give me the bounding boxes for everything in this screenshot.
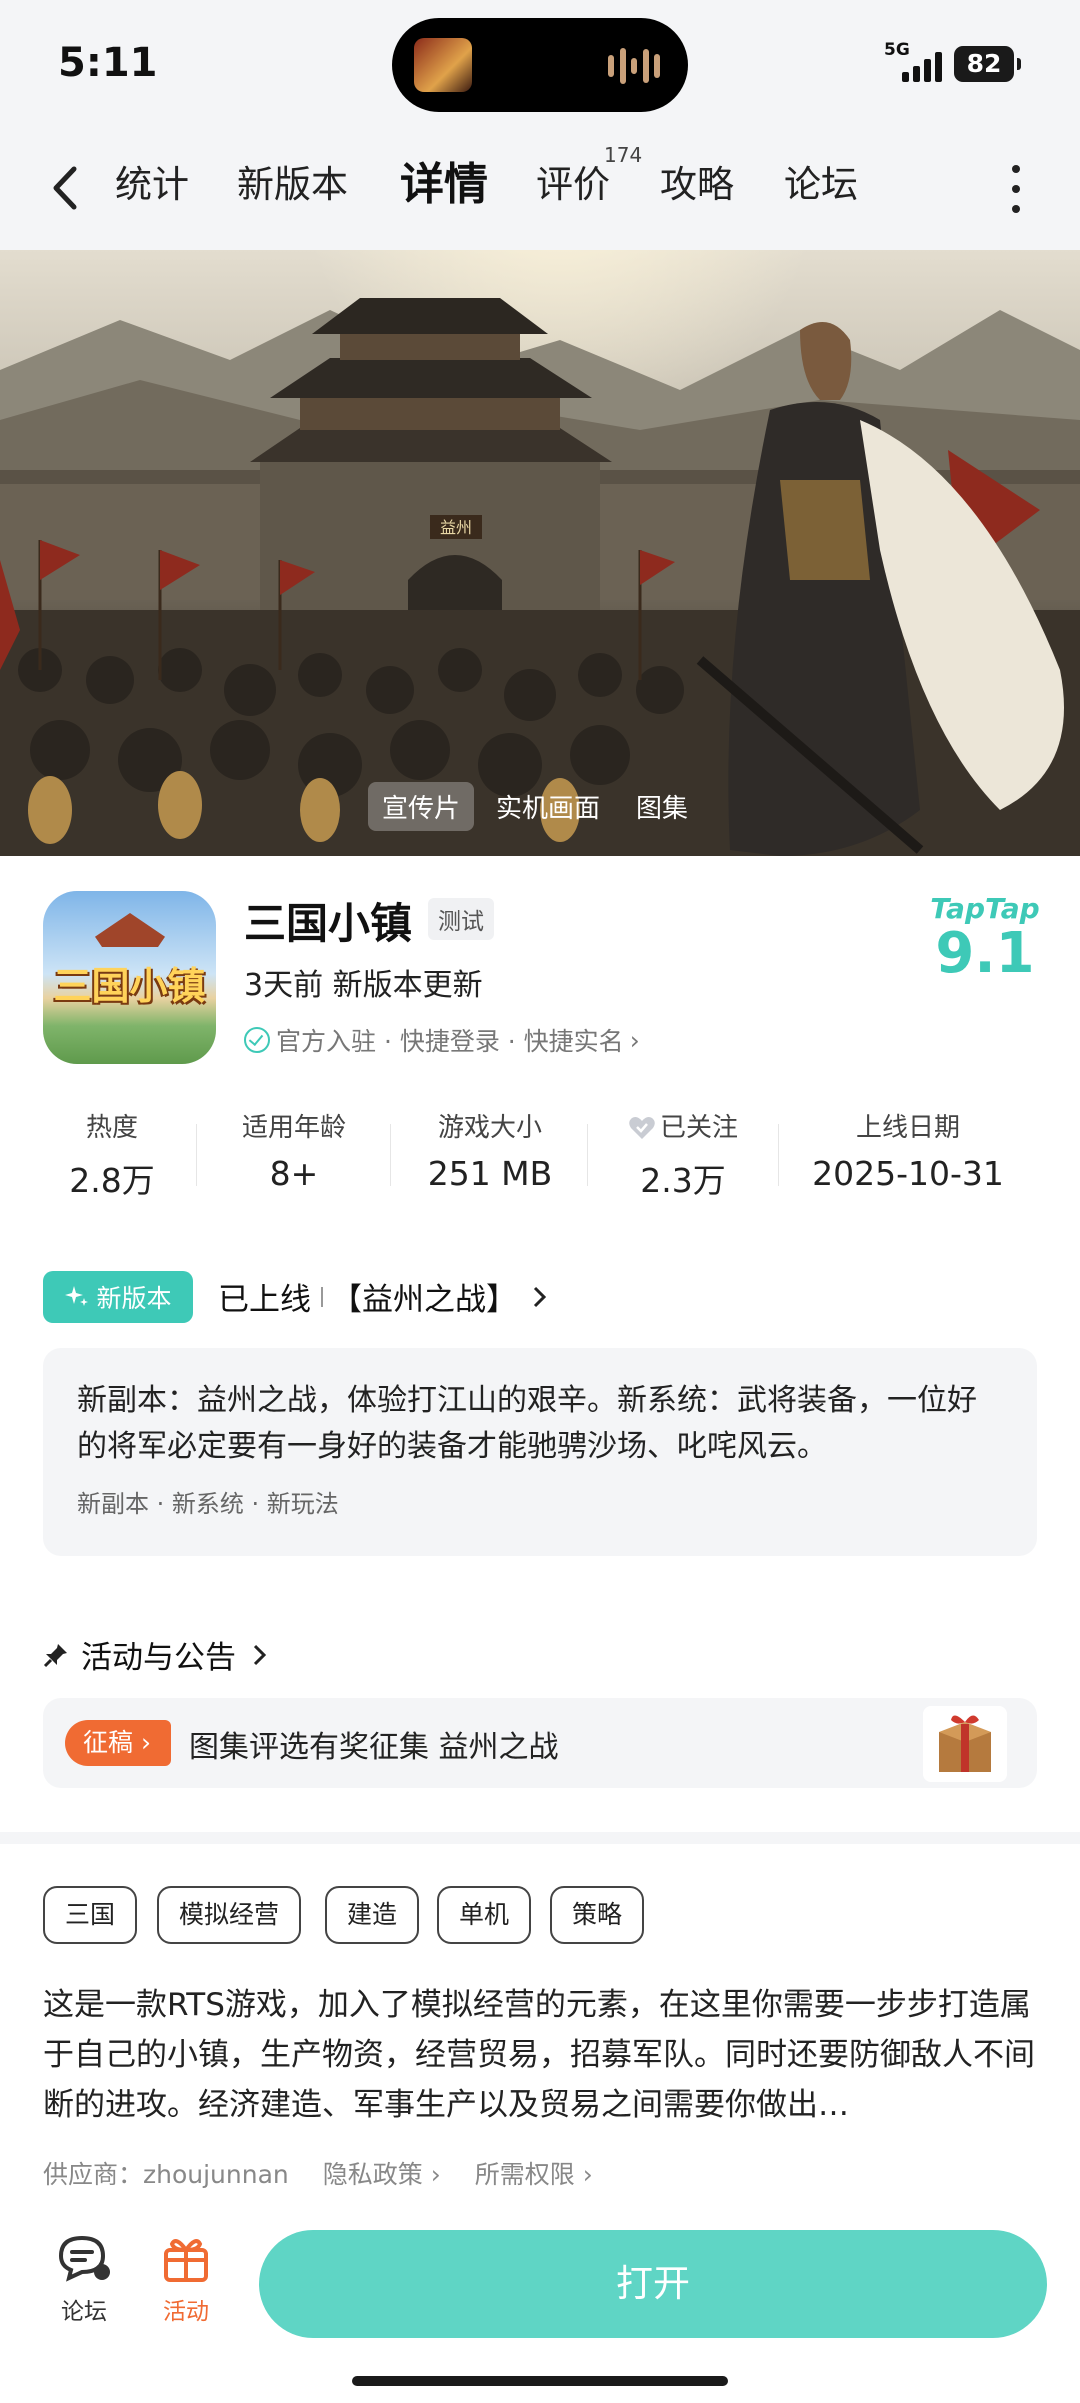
activity-label: 征稿 › — [65, 1720, 171, 1766]
stat-follow[interactable]: 已关注 2.3万 — [608, 1110, 758, 1202]
new-version-status: 已上线 — [218, 1282, 311, 1318]
test-badge: 测试 — [428, 898, 494, 940]
stat-popularity: 热度 2.8万 — [69, 1113, 155, 1200]
genre-tag-three-kingdoms[interactable]: 三国 — [43, 1886, 138, 1944]
forum-button[interactable]: 论坛 — [44, 2234, 124, 2326]
tab-reviews[interactable]: 评价 174 — [536, 143, 642, 215]
stat-game-size: 游戏大小 251 MB — [427, 1113, 553, 1193]
audio-wave-icon — [608, 46, 660, 86]
supplier-text: 供应商：zhoujunnan — [43, 2160, 289, 2189]
taptap-rating[interactable]: TapTap 9.1 — [930, 892, 1040, 983]
new-version-tag: 新版本 — [43, 1271, 193, 1323]
new-version-description: 新副本：益州之战，体验打江山的艰辛。新系统：武将装备，一位好的将军必定要有一身好… — [77, 1383, 977, 1464]
game-introduction[interactable]: 这是一款RTS游戏，加入了模拟经营的元素，在这里你需要一步步打造属于自己的小镇，… — [43, 1980, 1037, 2130]
privacy-policy-link[interactable]: 隐私政策 › — [323, 2155, 441, 2191]
stat-age-rating: 适用年龄 8+ — [241, 1113, 346, 1193]
home-indicator[interactable] — [352, 2376, 728, 2386]
bottom-bar: 论坛 活动 打开 — [0, 2210, 1080, 2403]
meta-row: 供应商：zhoujunnan 隐私政策 › 所需权限 › — [43, 2155, 593, 2191]
update-info: 3天前 新版本更新 — [244, 968, 483, 1003]
open-button[interactable]: 打开 — [259, 2230, 1047, 2338]
status-time: 5:11 — [58, 40, 158, 86]
new-version-title: 【益州之战】 — [331, 1282, 517, 1318]
tab-guides[interactable]: 攻略 — [660, 155, 734, 215]
chevron-right-icon — [533, 1286, 547, 1307]
activity-item[interactable]: 征稿 › 图集评选有奖征集 益州之战 — [43, 1698, 1037, 1788]
pin-icon — [43, 1643, 67, 1667]
stat-release-date: 上线日期 2025-10-31 — [812, 1113, 1004, 1193]
top-nav: 统计 新版本 详情 评价 174 攻略 论坛 — [0, 125, 1080, 250]
chevron-right-icon — [253, 1644, 267, 1665]
new-version-tags: 新副本 · 新系统 · 新玩法 — [77, 1490, 339, 1518]
heart-check-icon — [629, 1117, 655, 1139]
media-tab-gallery[interactable]: 图集 — [622, 782, 702, 831]
gift-box-icon — [923, 1706, 1007, 1782]
stats-row: 热度 2.8万 适用年龄 8+ 游戏大小 251 MB 已关注 2.3万 上线日期 20… — [0, 1110, 1080, 1210]
chevron-right-icon: › — [629, 1025, 640, 1055]
tab-stats[interactable]: 统计 — [115, 155, 189, 215]
new-version-card[interactable]: 新副本：益州之战，体验打江山的艰辛。新系统：武将装备，一位好的将军必定要有一身好… — [43, 1348, 1037, 1556]
app-icon: 三国小镇 — [43, 891, 216, 1064]
permissions-link[interactable]: 所需权限 › — [475, 2155, 593, 2191]
genre-tag-single-player[interactable]: 单机 — [437, 1886, 532, 1944]
verified-check-icon — [244, 1027, 270, 1053]
hero-artwork: 益州 — [0, 250, 1080, 856]
now-playing-thumbnail — [414, 38, 472, 92]
battery-icon: 82 — [954, 46, 1021, 82]
official-features-link[interactable]: 官方入驻 · 快捷登录 · 快捷实名 › — [244, 1022, 640, 1058]
chat-bubble-icon — [58, 2235, 110, 2282]
media-tab-gameplay[interactable]: 实机画面 — [482, 782, 614, 831]
hero-media[interactable]: 益州 宣传片 实机画面 图集 — [0, 250, 1080, 856]
section-divider — [0, 1832, 1080, 1844]
tab-forum[interactable]: 论坛 — [784, 155, 858, 215]
activity-button[interactable]: 活动 — [146, 2234, 226, 2326]
tab-details[interactable]: 详情 — [400, 155, 488, 215]
activity-header[interactable]: 活动与公告 — [43, 1632, 272, 1677]
app-icon-text: 三国小镇 — [53, 964, 206, 1008]
status-bar: 5:11 5G 82 — [0, 0, 1080, 125]
back-icon[interactable] — [46, 163, 86, 213]
more-icon[interactable] — [1006, 165, 1026, 213]
app-name: 三国小镇 — [244, 899, 413, 948]
rating-score: 9.1 — [935, 921, 1035, 986]
genre-tag-strategy[interactable]: 策略 — [550, 1886, 645, 1944]
activity-text: 图集评选有奖征集 益州之战 — [189, 1730, 559, 1765]
review-count: 174 — [604, 143, 643, 167]
dynamic-island[interactable] — [392, 18, 688, 112]
signal-icon: 5G — [884, 40, 944, 86]
tab-new-version[interactable]: 新版本 — [237, 155, 348, 215]
media-tab-trailer[interactable]: 宣传片 — [368, 782, 475, 831]
media-tabs: 宣传片 实机画面 图集 — [368, 782, 702, 831]
gift-icon — [164, 2239, 208, 2282]
official-features-text: 官方入驻 · 快捷登录 · 快捷实名 — [276, 1027, 624, 1056]
genre-tag-building[interactable]: 建造 — [325, 1886, 420, 1944]
new-version-link[interactable]: 已上线 【益州之战】 — [218, 1274, 555, 1319]
sparkle-icon — [65, 1286, 89, 1306]
genre-tag-simulation[interactable]: 模拟经营 — [157, 1886, 302, 1944]
gate-sign: 益州 — [440, 518, 472, 537]
